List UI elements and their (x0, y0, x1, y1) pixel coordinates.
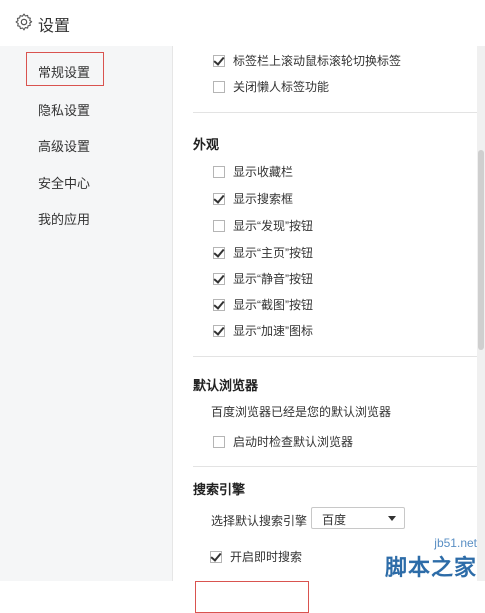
settings-content: 标签栏上滚动鼠标滚轮切换标签 关闭懒人标签功能 外观 显示收藏栏 显示搜索框 显… (173, 46, 485, 613)
section-divider (193, 356, 485, 357)
gear-icon (15, 13, 33, 31)
check-icon (210, 549, 222, 562)
instant-search-highlight (195, 581, 309, 613)
option-disable-lazy-tabs[interactable]: 关闭懒人标签功能 (213, 78, 329, 95)
check-icon (213, 53, 225, 66)
checkbox[interactable] (210, 549, 222, 563)
check-icon (213, 245, 225, 258)
option-show-home-button[interactable]: 显示“主页”按钮 (213, 244, 313, 261)
sidebar-item-general[interactable]: 常规设置 (38, 62, 90, 81)
section-title-default-browser: 默认浏览器 (193, 378, 259, 393)
section-title-appearance: 外观 (193, 137, 220, 152)
default-browser-status: 百度浏览器已经是您的默认浏览器 (211, 405, 392, 419)
checkbox[interactable] (213, 435, 225, 448)
option-label: 显示搜索框 (233, 192, 294, 206)
sidebar-item-privacy[interactable]: 隐私设置 (38, 100, 90, 119)
settings-header: 设置 (0, 0, 485, 46)
option-label: 显示“截图”按钮 (233, 298, 313, 312)
option-show-mute-button[interactable]: 显示“静音”按钮 (213, 270, 313, 287)
check-icon (213, 297, 225, 310)
sidebar-item-my-apps[interactable]: 我的应用 (38, 209, 90, 228)
option-label: 显示“加速”图标 (233, 324, 313, 338)
checkbox[interactable] (213, 191, 225, 205)
check-icon (213, 323, 225, 336)
checkbox[interactable] (213, 165, 225, 178)
section-title-search-engine: 搜索引擎 (193, 482, 246, 497)
option-label: 显示收藏栏 (233, 165, 294, 179)
option-show-accelerate-icon[interactable]: 显示“加速”图标 (213, 322, 313, 339)
sidebar-item-advanced[interactable]: 高级设置 (38, 136, 90, 155)
option-label: 启动时检查默认浏览器 (233, 435, 354, 449)
settings-sidebar (0, 46, 172, 581)
checkbox[interactable] (213, 323, 225, 337)
option-instant-search[interactable]: 开启即时搜索 (210, 548, 302, 565)
option-show-screenshot-button[interactable]: 显示“截图”按钮 (213, 296, 313, 313)
selected-search-engine: 百度 (322, 513, 347, 527)
section-divider (193, 112, 485, 113)
checkbox[interactable] (213, 219, 225, 232)
option-label: 显示“发现”按钮 (233, 219, 313, 233)
option-show-discover-button[interactable]: 显示“发现”按钮 (213, 217, 313, 234)
scrollbar-thumb[interactable] (478, 150, 484, 350)
option-label: 开启即时搜索 (230, 550, 303, 564)
option-check-default-on-start[interactable]: 启动时检查默认浏览器 (213, 433, 353, 450)
section-divider (193, 466, 485, 467)
option-show-search-box[interactable]: 显示搜索框 (213, 190, 293, 207)
checkbox[interactable] (213, 245, 225, 259)
option-label: 关闭懒人标签功能 (233, 80, 330, 94)
option-show-favorites-bar[interactable]: 显示收藏栏 (213, 163, 293, 180)
search-engine-select-label: 选择默认搜索引擎 (211, 514, 308, 528)
check-icon (213, 191, 225, 204)
chevron-down-icon (388, 516, 396, 521)
checkbox[interactable] (213, 53, 225, 67)
search-engine-select[interactable]: 百度 (311, 507, 405, 529)
page-title: 设置 (38, 18, 71, 35)
sidebar-item-security[interactable]: 安全中心 (38, 173, 90, 192)
check-icon (213, 271, 225, 284)
option-label: 标签栏上滚动鼠标滚轮切换标签 (233, 54, 402, 68)
checkbox[interactable] (213, 297, 225, 311)
option-wheel-switch-tabs[interactable]: 标签栏上滚动鼠标滚轮切换标签 (213, 52, 401, 69)
checkbox[interactable] (213, 271, 225, 285)
option-label: 显示“主页”按钮 (233, 246, 313, 260)
checkbox[interactable] (213, 80, 225, 93)
option-label: 显示“静音”按钮 (233, 272, 313, 286)
